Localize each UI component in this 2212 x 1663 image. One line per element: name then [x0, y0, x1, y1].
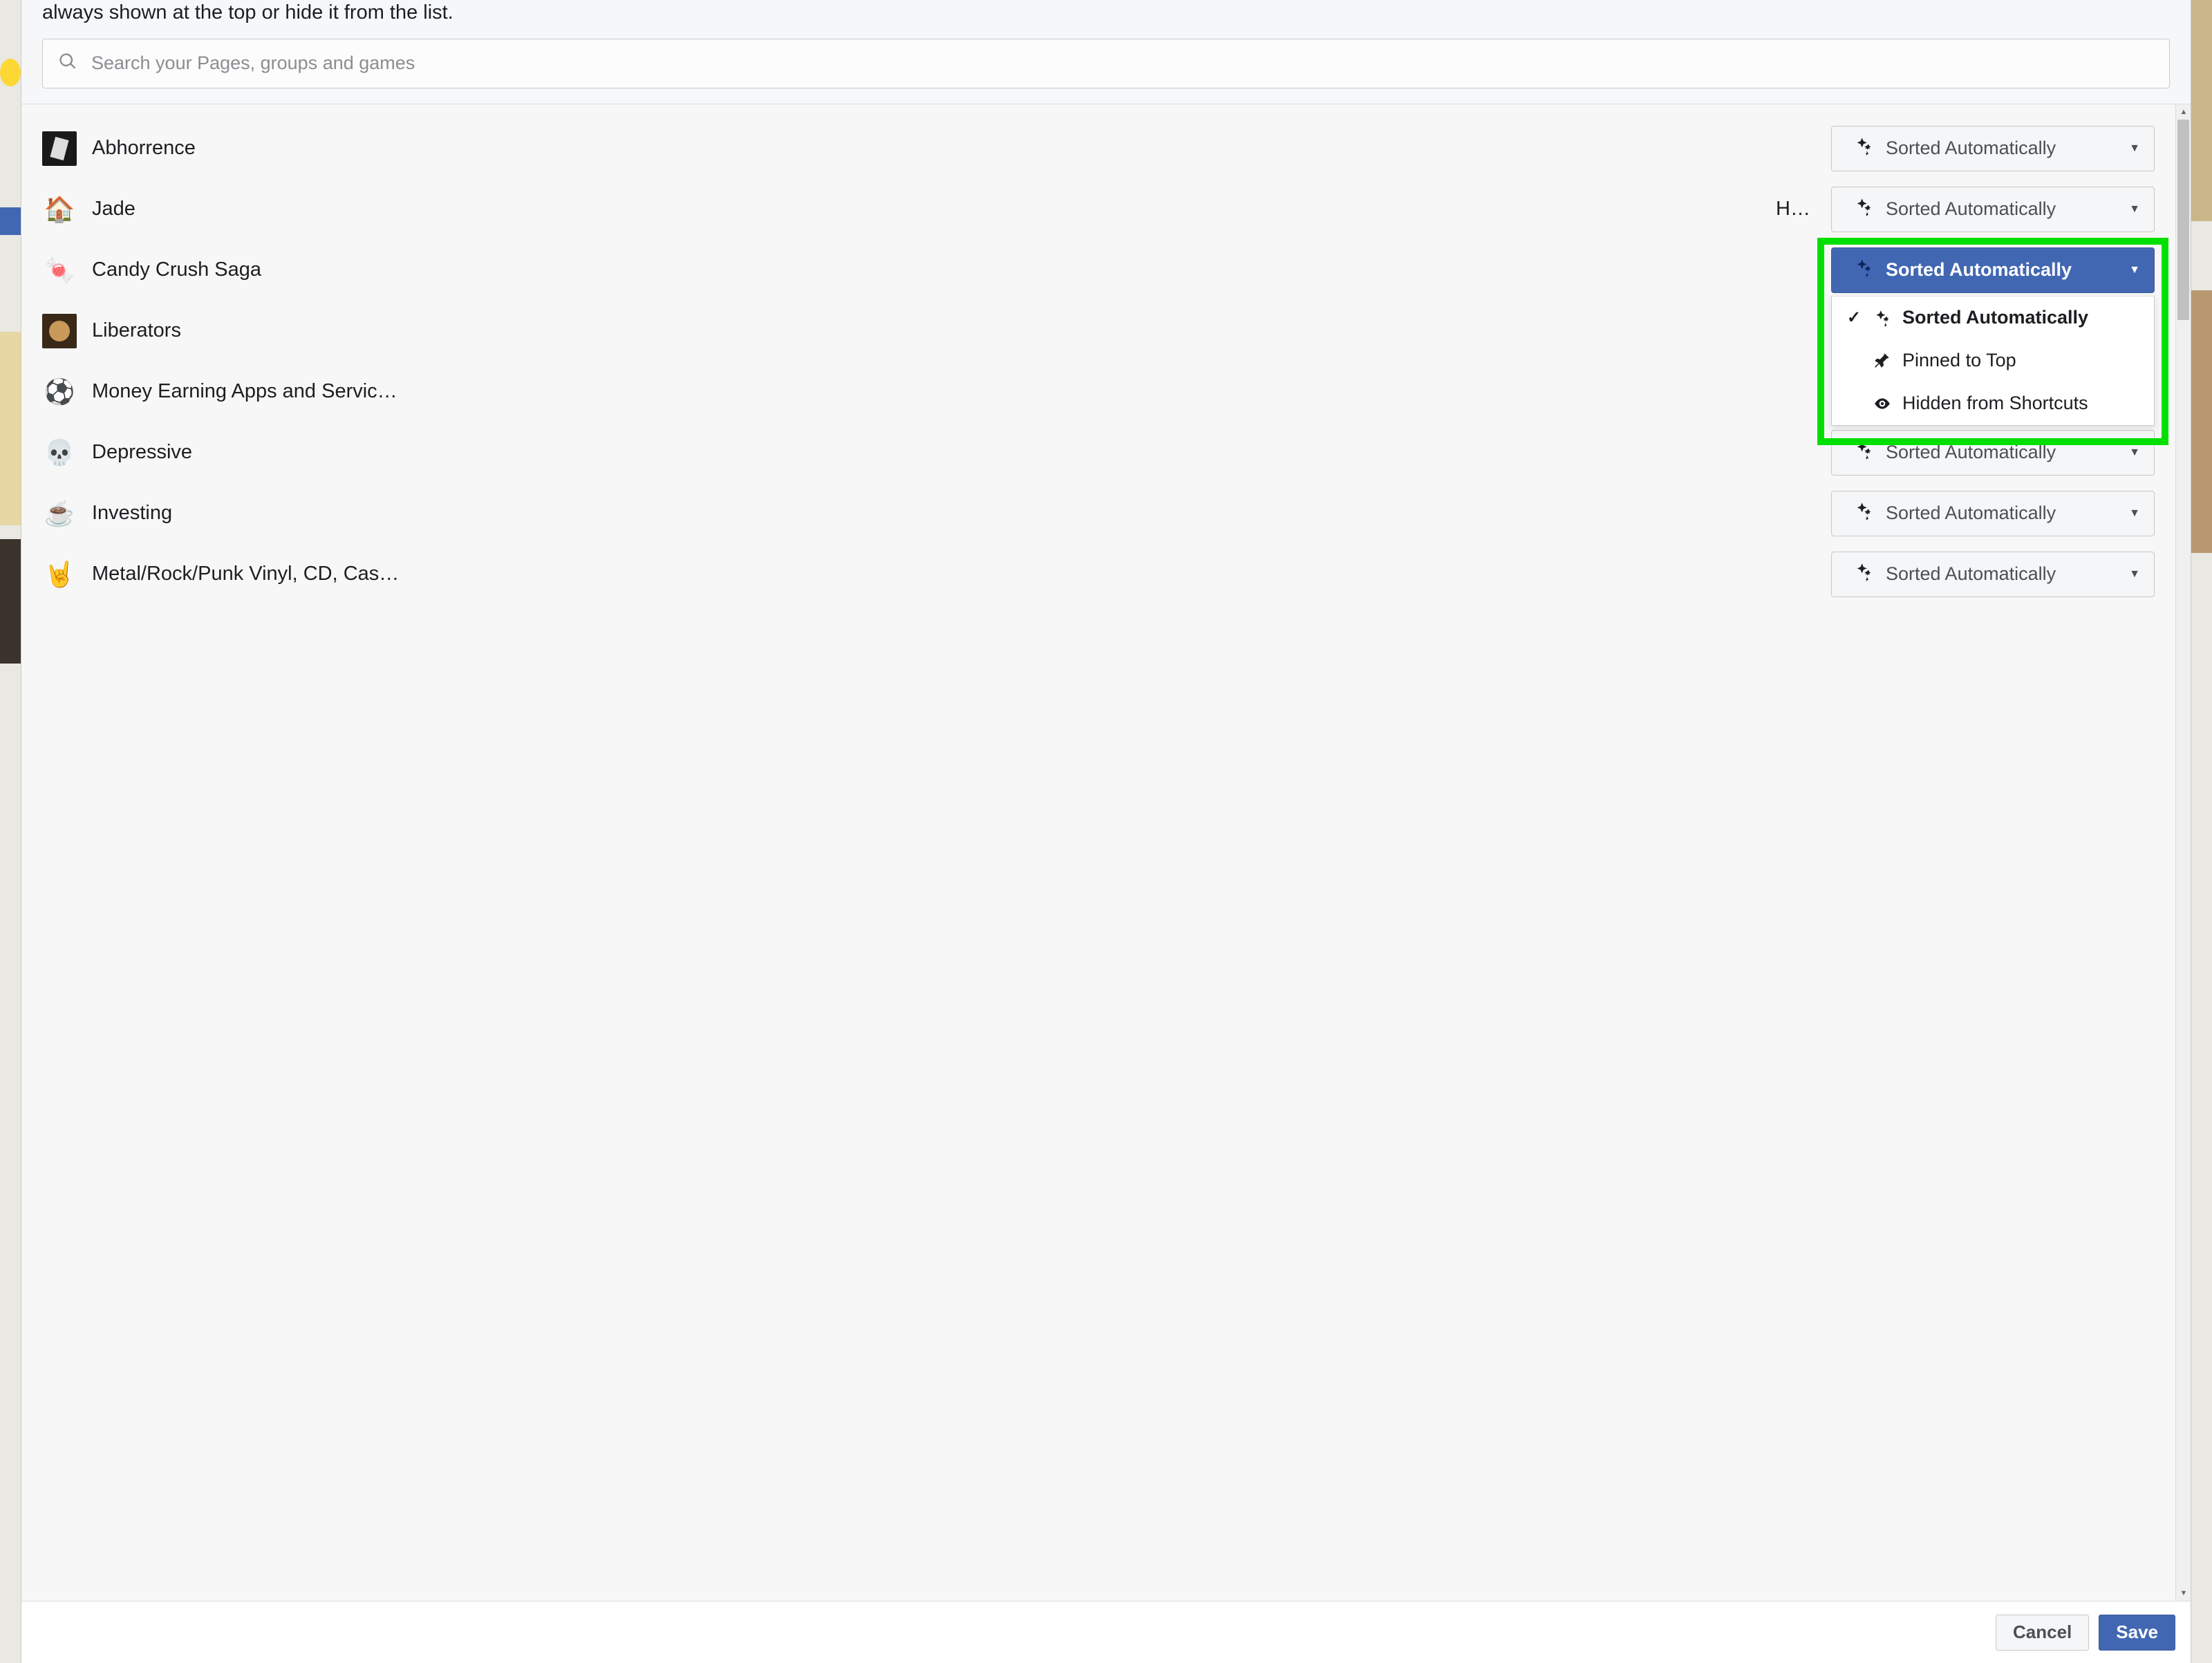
sort-dropdown-wrap: Sorted Automatically ▼ [1831, 552, 2155, 597]
sort-dropdown-button[interactable]: Sorted Automatically ▼ [1831, 187, 2155, 232]
search-input[interactable] [91, 53, 2154, 74]
chevron-down-icon: ▼ [2129, 507, 2140, 520]
save-button[interactable]: Save [2099, 1615, 2175, 1651]
sparkle-icon [1854, 440, 1873, 464]
sparkle-icon [1872, 309, 1893, 327]
background-hint [2191, 290, 2212, 553]
item-name: Abhorrence [92, 137, 1831, 160]
item-name: Liberators [92, 319, 1831, 342]
background-hint [0, 207, 21, 235]
search-box[interactable] [42, 39, 2170, 88]
pin-icon [1872, 352, 1893, 370]
list-item: 🍬Candy Crush SagaSorted Automatically▼✓S… [42, 240, 2155, 301]
scrollbar[interactable]: ▲ ▼ [2175, 104, 2191, 1601]
sort-dropdown-button[interactable]: Sorted Automatically ▼ [1831, 552, 2155, 597]
avatar [42, 131, 77, 166]
item-name: Depressive [92, 441, 1831, 464]
sparkle-icon [1854, 501, 1873, 525]
search-icon [58, 52, 77, 75]
scrollbar-down-arrow[interactable]: ▼ [2176, 1586, 2191, 1601]
background-hint [0, 332, 21, 525]
modal-header: always shown at the top or hide it from … [21, 0, 2191, 104]
list-item: 🏠 JadeH… Sorted Automatically ▼ [42, 179, 2155, 240]
sort-label: Sorted Automatically [1886, 442, 2117, 463]
dropdown-option-label: Pinned to Top [1902, 350, 2016, 371]
list-item: ☕ Investing Sorted Automatically ▼ [42, 483, 2155, 544]
dropdown-option-label: Sorted Automatically [1902, 307, 2088, 328]
list-item: 🤘Metal/Rock/Punk Vinyl, CD, Cas…Sorted A… [42, 544, 2155, 605]
chevron-down-icon: ▼ [2129, 264, 2140, 276]
sparkle-icon [1854, 562, 1873, 586]
chevron-down-icon: ▼ [2129, 568, 2140, 581]
avatar: 💀 [42, 435, 77, 470]
item-extra: H… [1776, 198, 1810, 220]
shortcuts-scroll-region: Abhorrence Sorted Automatically ▼ 🏠 JadeH… So… [21, 104, 2191, 1601]
item-name: Candy Crush Saga [92, 259, 1831, 281]
edit-shortcuts-modal: always shown at the top or hide it from … [21, 0, 2191, 1663]
sort-dropdown-wrap: Sorted Automatically ▼ [1831, 430, 2155, 476]
chevron-down-icon: ▼ [2129, 142, 2140, 155]
sparkle-icon [1854, 136, 1873, 160]
avatar: 🏠 [42, 192, 77, 227]
item-name: Money Earning Apps and Servic… [92, 380, 1831, 403]
sort-dropdown-wrap: Sorted Automatically ▼ [1831, 187, 2155, 232]
sort-dropdown-button[interactable]: Sorted Automatically ▼ [1831, 491, 2155, 536]
sparkle-icon [1854, 258, 1873, 282]
eye-icon [1872, 395, 1893, 413]
avatar [42, 314, 77, 348]
sort-dropdown-button[interactable]: Sorted Automatically ▼ [1831, 430, 2155, 476]
list-item: 💀 Depressive Sorted Automatically ▼ [42, 422, 2155, 483]
cancel-button[interactable]: Cancel [1996, 1615, 2089, 1651]
background-hint [2191, 0, 2212, 221]
sort-dropdown-menu: ✓ Sorted Automatically Pinned to Top Hidden… [1831, 296, 2155, 426]
sort-label: Sorted Automatically [1886, 198, 2117, 220]
avatar: ☕ [42, 496, 77, 531]
shortcuts-list: Abhorrence Sorted Automatically ▼ 🏠 JadeH… So… [21, 104, 2175, 1601]
sort-dropdown-button[interactable]: Sorted Automatically ▼ [1831, 126, 2155, 171]
sort-label: Sorted Automatically [1886, 259, 2117, 281]
avatar: 🤘 [42, 557, 77, 592]
modal-footer: Cancel Save [21, 1601, 2191, 1663]
dropdown-option[interactable]: Pinned to Top [1832, 339, 2154, 382]
sort-dropdown-wrap: Sorted Automatically▼✓Sorted Automatical… [1831, 247, 2155, 293]
dropdown-option[interactable]: Hidden from Shortcuts [1832, 382, 2154, 425]
sort-label: Sorted Automatically [1886, 502, 2117, 524]
sort-label: Sorted Automatically [1886, 563, 2117, 585]
background-emoji-hint [0, 59, 21, 86]
dropdown-option-label: Hidden from Shortcuts [1902, 393, 2088, 414]
item-name: Jade [92, 198, 1776, 220]
chevron-down-icon: ▼ [2129, 203, 2140, 216]
scrollbar-up-arrow[interactable]: ▲ [2176, 104, 2191, 120]
check-icon: ✓ [1846, 308, 1862, 328]
modal-description: always shown at the top or hide it from … [42, 0, 2170, 26]
sort-dropdown-button[interactable]: Sorted Automatically ▼ [1831, 247, 2155, 293]
scrollbar-thumb[interactable] [2177, 120, 2189, 320]
sort-dropdown-wrap: Sorted Automatically ▼ [1831, 491, 2155, 536]
background-hint [0, 539, 21, 664]
item-name: Investing [92, 502, 1831, 525]
item-name: Metal/Rock/Punk Vinyl, CD, Cas… [92, 563, 1831, 585]
list-item: Abhorrence Sorted Automatically ▼ [42, 118, 2155, 179]
avatar: 🍬 [42, 253, 77, 288]
sort-dropdown-wrap: Sorted Automatically ▼ [1831, 126, 2155, 171]
sparkle-icon [1854, 197, 1873, 221]
avatar: ⚽ [42, 375, 77, 409]
dropdown-option[interactable]: ✓ Sorted Automatically [1832, 297, 2154, 339]
sort-label: Sorted Automatically [1886, 138, 2117, 159]
chevron-down-icon: ▼ [2129, 447, 2140, 459]
